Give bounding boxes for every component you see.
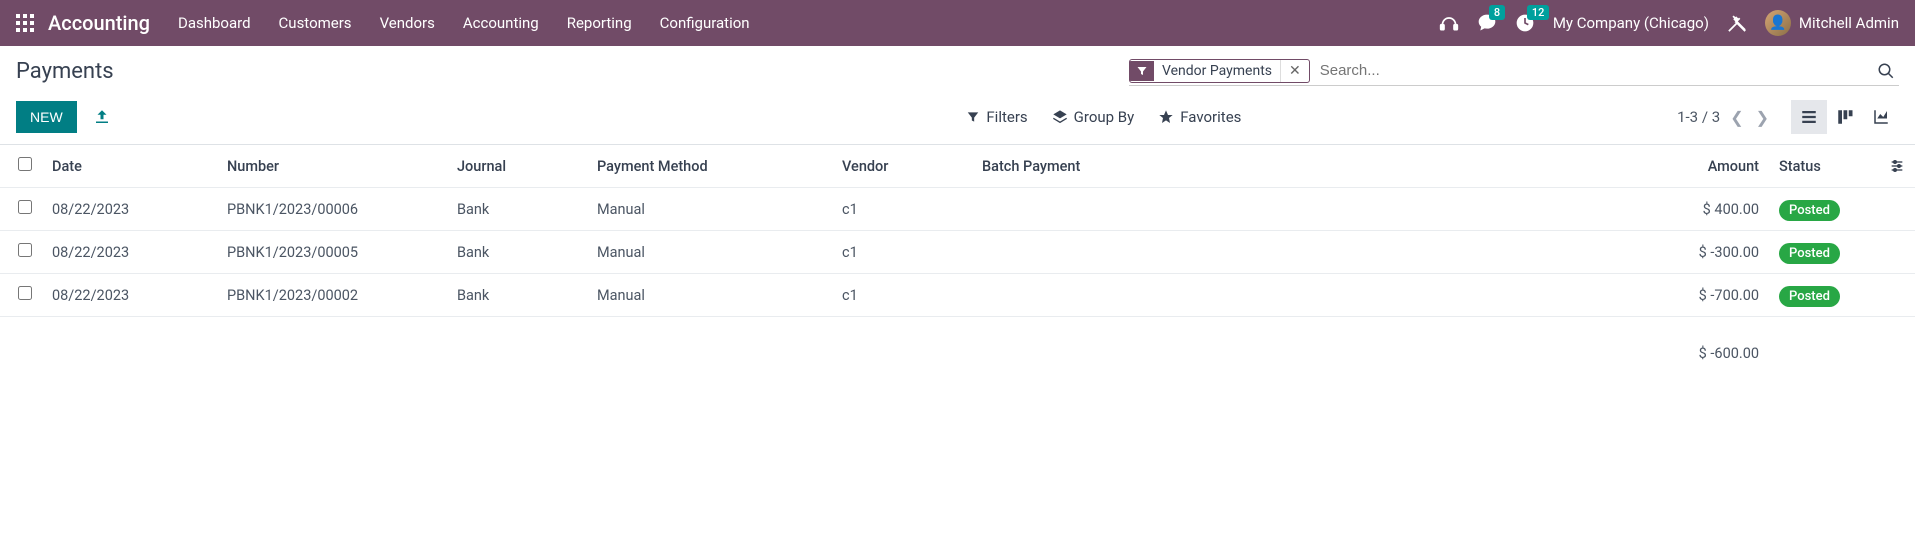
- cell-number: PBNK1/2023/00006: [217, 188, 447, 231]
- messages-icon[interactable]: 8: [1477, 13, 1497, 33]
- search-facet: Vendor Payments ✕: [1129, 59, 1310, 83]
- cell-date: 08/22/2023: [42, 231, 217, 274]
- activities-badge: 12: [1527, 5, 1550, 20]
- cell-batch: [972, 274, 1649, 317]
- row-checkbox[interactable]: [18, 200, 32, 214]
- app-name[interactable]: Accounting: [48, 11, 150, 35]
- status-badge: Posted: [1779, 200, 1840, 221]
- messages-badge: 8: [1489, 5, 1505, 20]
- table-row[interactable]: 08/22/2023 PBNK1/2023/00005 Bank Manual …: [0, 231, 1915, 274]
- groupby-button[interactable]: Group By: [1052, 108, 1135, 126]
- cell-journal: Bank: [447, 231, 587, 274]
- menu-configuration[interactable]: Configuration: [660, 14, 750, 32]
- apps-icon[interactable]: [16, 14, 34, 32]
- filters-label: Filters: [986, 108, 1027, 126]
- user-name: Mitchell Admin: [1799, 14, 1899, 32]
- cell-amount: $ 400.00: [1649, 188, 1769, 231]
- cell-date: 08/22/2023: [42, 274, 217, 317]
- view-list[interactable]: [1791, 100, 1827, 134]
- cell-amount: $ -700.00: [1649, 274, 1769, 317]
- col-status[interactable]: Status: [1769, 145, 1879, 188]
- filters-button[interactable]: Filters: [966, 108, 1027, 126]
- cell-number: PBNK1/2023/00002: [217, 274, 447, 317]
- cell-method: Manual: [587, 231, 832, 274]
- list-view: Date Number Journal Payment Method Vendo…: [0, 144, 1915, 374]
- view-switcher: [1791, 100, 1899, 134]
- status-badge: Posted: [1779, 286, 1840, 307]
- col-batch[interactable]: Batch Payment: [972, 145, 1649, 188]
- cell-vendor: c1: [832, 188, 972, 231]
- cell-journal: Bank: [447, 188, 587, 231]
- search-input[interactable]: [1316, 56, 1873, 85]
- menu-accounting[interactable]: Accounting: [463, 14, 539, 32]
- row-checkbox[interactable]: [18, 286, 32, 300]
- select-all-checkbox[interactable]: [18, 157, 32, 171]
- top-nav: Accounting Dashboard Customers Vendors A…: [0, 0, 1915, 46]
- search-bar[interactable]: Vendor Payments ✕: [1129, 56, 1899, 86]
- total-amount: $ -600.00: [1649, 317, 1769, 375]
- col-number[interactable]: Number: [217, 145, 447, 188]
- cell-method: Manual: [587, 274, 832, 317]
- filter-icon: [1130, 61, 1154, 81]
- col-settings[interactable]: [1879, 145, 1915, 188]
- cell-vendor: c1: [832, 231, 972, 274]
- cell-number: PBNK1/2023/00005: [217, 231, 447, 274]
- cell-amount: $ -300.00: [1649, 231, 1769, 274]
- control-panel: Payments Vendor Payments ✕ NEW: [0, 46, 1915, 144]
- pager-prev[interactable]: ❮: [1728, 108, 1745, 127]
- company-selector[interactable]: My Company (Chicago): [1553, 14, 1709, 32]
- col-journal[interactable]: Journal: [447, 145, 587, 188]
- cell-date: 08/22/2023: [42, 188, 217, 231]
- cell-vendor: c1: [832, 274, 972, 317]
- search-icon[interactable]: [1873, 58, 1899, 84]
- cell-journal: Bank: [447, 274, 587, 317]
- activities-icon[interactable]: 12: [1515, 13, 1535, 33]
- menu-vendors[interactable]: Vendors: [380, 14, 435, 32]
- pager-range[interactable]: 1-3 / 3: [1677, 108, 1720, 126]
- favorites-label: Favorites: [1180, 108, 1241, 126]
- col-amount[interactable]: Amount: [1649, 145, 1769, 188]
- facet-label: Vendor Payments: [1154, 60, 1280, 82]
- table-row[interactable]: 08/22/2023 PBNK1/2023/00006 Bank Manual …: [0, 188, 1915, 231]
- cell-batch: [972, 231, 1649, 274]
- table-header-row: Date Number Journal Payment Method Vendo…: [0, 145, 1915, 188]
- new-button[interactable]: NEW: [16, 101, 77, 133]
- view-kanban[interactable]: [1827, 100, 1863, 134]
- cell-method: Manual: [587, 188, 832, 231]
- table-row[interactable]: 08/22/2023 PBNK1/2023/00002 Bank Manual …: [0, 274, 1915, 317]
- cell-batch: [972, 188, 1649, 231]
- view-graph[interactable]: [1863, 100, 1899, 134]
- groupby-label: Group By: [1074, 108, 1135, 126]
- user-menu[interactable]: 👤 Mitchell Admin: [1765, 10, 1899, 36]
- row-checkbox[interactable]: [18, 243, 32, 257]
- pager: 1-3 / 3 ❮ ❯: [1677, 108, 1771, 127]
- col-vendor[interactable]: Vendor: [832, 145, 972, 188]
- col-method[interactable]: Payment Method: [587, 145, 832, 188]
- total-row: $ -600.00: [0, 317, 1915, 375]
- menu-dashboard[interactable]: Dashboard: [178, 14, 251, 32]
- avatar: 👤: [1765, 10, 1791, 36]
- debug-icon[interactable]: [1727, 13, 1747, 33]
- favorites-button[interactable]: Favorites: [1158, 108, 1241, 126]
- menu-reporting[interactable]: Reporting: [567, 14, 632, 32]
- main-menu: Dashboard Customers Vendors Accounting R…: [178, 14, 750, 32]
- pager-next[interactable]: ❯: [1754, 108, 1771, 127]
- col-date[interactable]: Date: [42, 145, 217, 188]
- support-icon[interactable]: [1439, 13, 1459, 33]
- facet-remove[interactable]: ✕: [1280, 60, 1309, 82]
- status-badge: Posted: [1779, 243, 1840, 264]
- upload-button[interactable]: [93, 108, 111, 126]
- page-title: Payments: [16, 59, 114, 84]
- menu-customers[interactable]: Customers: [279, 14, 352, 32]
